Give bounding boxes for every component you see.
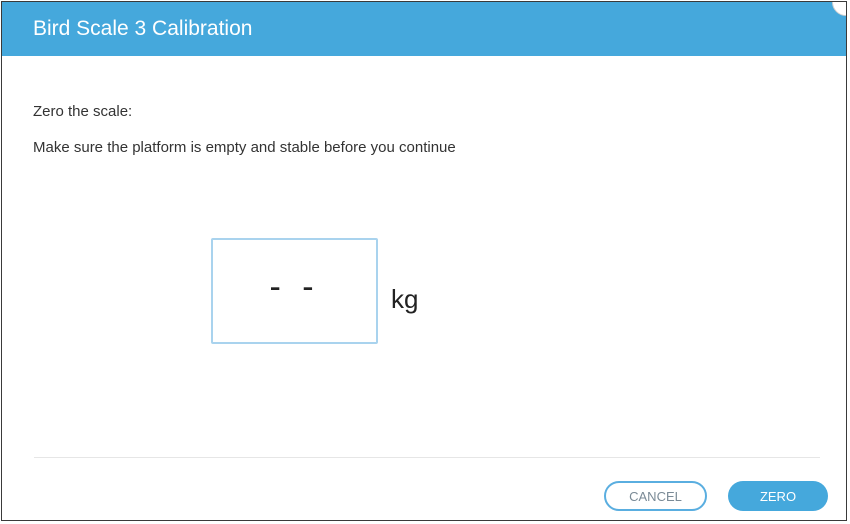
footer-divider (34, 457, 820, 458)
cancel-button[interactable]: CANCEL (604, 481, 707, 511)
weight-unit: kg (391, 284, 419, 314)
weight-value: - - (269, 267, 320, 306)
dialog-title: Bird Scale 3 Calibration (33, 17, 253, 40)
weight-display: - - (211, 238, 378, 344)
instruction-heading: Zero the scale: (33, 103, 133, 120)
zero-button[interactable]: ZERO (728, 481, 828, 511)
instruction-text: Make sure the platform is empty and stab… (33, 139, 456, 156)
calibration-dialog: Bird Scale 3 Calibration Zero the scale:… (1, 1, 847, 521)
dialog-titlebar: Bird Scale 3 Calibration (2, 2, 846, 56)
